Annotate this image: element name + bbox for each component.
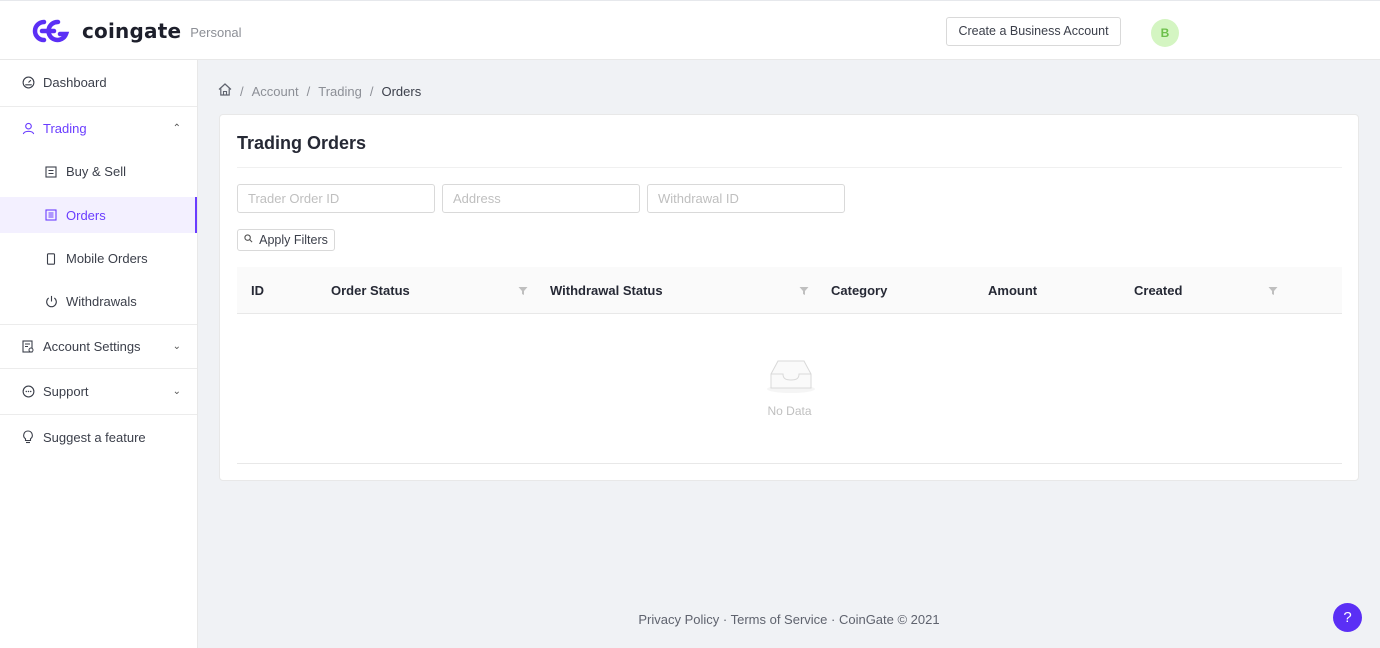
- sidebar-item-label: Withdrawals: [66, 294, 137, 309]
- breadcrumb-separator: /: [306, 83, 311, 99]
- home-icon[interactable]: [218, 83, 232, 99]
- chevron-up-icon: ⌃: [172, 123, 181, 134]
- create-business-account-button[interactable]: Create a Business Account: [946, 17, 1121, 46]
- column-id: ID: [251, 283, 264, 298]
- avatar[interactable]: B: [1151, 19, 1179, 47]
- breadcrumb-separator: /: [369, 83, 374, 99]
- divider: [237, 167, 1342, 168]
- filter-icon[interactable]: [1268, 286, 1278, 296]
- sidebar-item-label: Mobile Orders: [66, 251, 148, 266]
- question-icon: ?: [1343, 609, 1352, 626]
- column-withdrawal-status: Withdrawal Status: [550, 283, 663, 298]
- column-created: Created: [1134, 283, 1183, 298]
- brand-name: coingate: [82, 19, 182, 43]
- page-title: Trading Orders: [237, 133, 367, 153]
- breadcrumb-separator: /: [240, 83, 244, 99]
- filter-icon[interactable]: [518, 286, 528, 296]
- column-order-status: Order Status: [331, 283, 410, 298]
- dashboard-icon: [21, 76, 35, 90]
- sidebar-item-label: Suggest a feature: [43, 429, 146, 445]
- settings-doc-icon: [21, 340, 35, 354]
- sidebar-item-label: Dashboard: [43, 75, 107, 90]
- address-input[interactable]: [442, 184, 640, 213]
- sidebar-item-label: Trading: [43, 121, 87, 136]
- mobile-icon: [44, 252, 58, 266]
- user-icon: [21, 122, 35, 136]
- logo[interactable]: coingate Personal: [30, 18, 242, 44]
- sidebar-item-mobile-orders[interactable]: Mobile Orders: [0, 237, 197, 280]
- breadcrumb-orders: Orders: [381, 83, 422, 99]
- sidebar-item-account-settings[interactable]: Account Settings ⌄: [0, 325, 197, 368]
- breadcrumb-trading[interactable]: Trading: [318, 84, 362, 99]
- account-type-label: Personal: [190, 24, 242, 40]
- empty-state-text: No Data: [767, 404, 812, 418]
- chevron-down-icon: ⌄: [172, 341, 181, 352]
- apply-filters-button[interactable]: Apply Filters: [237, 229, 335, 251]
- chevron-down-icon: ⌄: [172, 385, 181, 397]
- sidebar-item-label: Support: [43, 383, 89, 399]
- sidebar-item-support[interactable]: Support ⌄: [0, 369, 197, 413]
- trading-orders-card: Trading Orders Apply Filters ID Order St…: [219, 114, 1359, 481]
- withdrawal-id-input[interactable]: [647, 184, 845, 213]
- sidebar-item-buy-sell[interactable]: Buy & Sell: [0, 150, 197, 193]
- table-header: ID Order Status Withdrawal Status Catego…: [237, 267, 1342, 314]
- footer: Privacy Policy · Terms of Service · Coin…: [638, 612, 940, 627]
- sidebar: Dashboard Trading ⌃ Buy & Sell Orders Mo…: [0, 60, 198, 648]
- chat-icon: [21, 384, 35, 398]
- sidebar-item-trading[interactable]: Trading ⌃: [0, 107, 197, 150]
- power-icon: [44, 295, 58, 309]
- sidebar-item-orders[interactable]: Orders: [0, 197, 197, 233]
- sidebar-item-label: Buy & Sell: [66, 164, 126, 179]
- empty-inbox-icon: [767, 360, 815, 393]
- top-bar: coingate Personal Create a Business Acco…: [0, 0, 1380, 60]
- exchange-icon: [44, 165, 58, 179]
- sidebar-item-label: Orders: [66, 207, 106, 223]
- breadcrumb-account[interactable]: Account: [252, 84, 299, 99]
- trader-order-id-input[interactable]: [237, 184, 435, 213]
- orders-icon: [44, 208, 58, 222]
- coingate-logo-icon: [32, 19, 70, 43]
- divider: [237, 463, 1342, 464]
- column-category: Category: [831, 283, 888, 298]
- sidebar-item-withdrawals[interactable]: Withdrawals: [0, 280, 197, 323]
- sidebar-item-dashboard[interactable]: Dashboard: [0, 60, 197, 105]
- filter-icon[interactable]: [799, 286, 809, 296]
- column-amount: Amount: [988, 283, 1038, 298]
- help-button[interactable]: ?: [1333, 603, 1362, 632]
- sidebar-item-label: Account Settings: [43, 339, 141, 354]
- breadcrumb: / Account / Trading / Orders: [218, 83, 421, 99]
- apply-filters-label: Apply Filters: [259, 233, 328, 247]
- sidebar-item-suggest-feature[interactable]: Suggest a feature: [0, 415, 197, 459]
- search-icon: [244, 234, 253, 246]
- lightbulb-icon: [21, 430, 35, 444]
